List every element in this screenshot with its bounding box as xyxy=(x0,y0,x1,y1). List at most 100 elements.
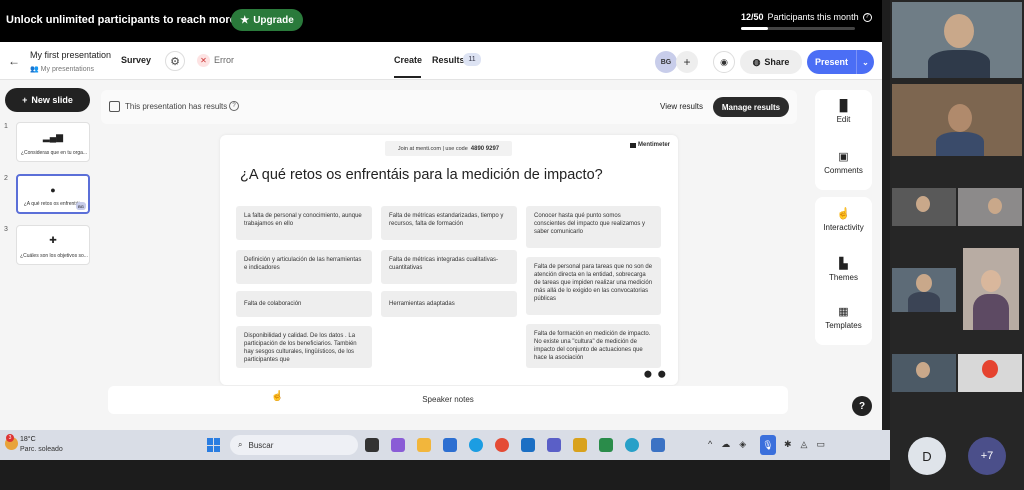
search-label: Buscar xyxy=(248,440,274,450)
chevron-up-icon[interactable]: ^ xyxy=(708,439,712,450)
interactivity-tool[interactable]: ☝ Interactivity xyxy=(815,207,872,232)
more-participants-button[interactable]: +7 xyxy=(968,437,1006,475)
paint-icon: ▙ xyxy=(839,258,848,270)
themes-label: Themes xyxy=(829,273,858,282)
microphone-icon[interactable]: 🎙 xyxy=(760,435,776,455)
participant-video-tile[interactable] xyxy=(892,84,1022,156)
excel-icon[interactable] xyxy=(599,438,613,452)
slide-thumbnail-3[interactable]: ✚ ¿Cuáles son los objetivos so... xyxy=(16,225,90,265)
comments-tool[interactable]: ▣ Comments xyxy=(815,150,872,175)
taskbar-search[interactable]: ⌕ Buscar xyxy=(230,435,358,455)
help-icon[interactable]: ? xyxy=(229,101,239,111)
gear-icon[interactable]: ⚙ xyxy=(165,51,185,71)
results-count-badge: 11 xyxy=(463,53,481,66)
share-button[interactable]: ◍ Share xyxy=(740,50,802,74)
info-icon[interactable]: ? xyxy=(862,12,872,22)
participant-video-tile[interactable] xyxy=(892,2,1022,78)
new-slide-button[interactable]: + New slide xyxy=(5,88,90,112)
mentimeter-logo: Mentimeter xyxy=(629,142,670,148)
teams-icon[interactable] xyxy=(547,438,561,452)
response-card: Falta de formación en medición de impact… xyxy=(526,324,661,368)
chevron-down-icon[interactable]: ⌄ xyxy=(856,50,874,74)
app-icon[interactable] xyxy=(625,438,639,452)
pin-icon[interactable]: ⬤ xyxy=(644,370,652,378)
help-button[interactable]: ? xyxy=(852,396,872,416)
survey-label[interactable]: Survey xyxy=(121,55,151,65)
response-card: Conocer hasta qué punto somos consciente… xyxy=(526,206,661,248)
system-tray-right: ✱ ◬ ▭ xyxy=(784,439,825,450)
view-results-link[interactable]: View results xyxy=(660,102,703,111)
presentation-title[interactable]: My first presentation xyxy=(30,50,111,60)
add-collaborator-button[interactable]: + xyxy=(676,51,698,73)
results-icon xyxy=(109,101,120,112)
edit-tool[interactable]: ▐▌ Edit xyxy=(815,100,872,124)
slide-thumbnail-label: ¿Consideras que en tu orga... xyxy=(20,150,88,156)
windows-taskbar: 3 18°C Parc. soleado ⌕ Buscar ^ ☁ ◈ 🎙 ✱ … xyxy=(0,430,890,460)
template-icon: ▦ xyxy=(838,306,849,318)
outlook-icon[interactable] xyxy=(521,438,535,452)
store-icon[interactable] xyxy=(443,438,457,452)
response-card: La falta de personal y conocimiento, aun… xyxy=(236,206,372,240)
avatar[interactable]: BG xyxy=(655,51,677,73)
right-panel-top: ▐▌ Edit ▣ Comments xyxy=(815,90,872,190)
self-avatar[interactable]: D xyxy=(908,437,946,475)
chrome-icon[interactable] xyxy=(495,438,509,452)
tab-create[interactable]: Create xyxy=(394,55,422,65)
mentimeter-mark-icon xyxy=(629,142,636,148)
response-card: Falta de métricas estandarizadas, tiempo… xyxy=(381,206,517,240)
slide-thumbnail-label: ¿Cuáles son los objetivos so... xyxy=(20,253,88,259)
bar-chart-icon: ▂▄▆ xyxy=(42,132,64,142)
participant-video-tile[interactable] xyxy=(892,268,956,312)
network-icon[interactable]: ◬ xyxy=(801,439,808,450)
editor-header: ← My first presentation 👥 My presentatio… xyxy=(0,42,882,80)
task-view-icon[interactable] xyxy=(365,438,379,452)
folder-icon[interactable] xyxy=(573,438,587,452)
app-icon[interactable] xyxy=(651,438,665,452)
tab-results[interactable]: Results xyxy=(432,55,465,65)
participant-video-tile[interactable] xyxy=(892,354,956,392)
slide-number: 2 xyxy=(4,175,8,182)
slide-thumbnail-1[interactable]: ▂▄▆ ¿Consideras que en tu orga... xyxy=(16,122,90,162)
slide-thumbnail-2[interactable]: ● ¿A qué retos os enfrentáis... BG xyxy=(16,174,90,214)
monitor-icon[interactable]: ▭ xyxy=(816,439,825,450)
app-tray-icon[interactable]: ◈ xyxy=(739,439,746,450)
breadcrumb[interactable]: 👥 My presentations xyxy=(30,65,94,73)
results-notice-bar: This presentation has results ? View res… xyxy=(101,90,797,124)
slide-question: ¿A qué retos os enfrentáis para la medic… xyxy=(240,167,603,183)
file-explorer-icon[interactable] xyxy=(417,438,431,452)
slide-canvas[interactable]: Join at menti.com | use code 4890 9297 M… xyxy=(220,135,678,385)
templates-label: Templates xyxy=(825,321,862,330)
themes-tool[interactable]: ▙ Themes xyxy=(815,257,872,282)
response-card: Falta de métricas integradas cualitativa… xyxy=(381,250,517,284)
notification-badge: 3 xyxy=(6,434,14,442)
results-notice-text: This presentation has results xyxy=(125,102,228,111)
upgrade-button[interactable]: ★ Upgrade xyxy=(231,9,303,31)
participant-video-tile[interactable] xyxy=(958,354,1022,392)
participant-video-tile[interactable] xyxy=(892,188,956,226)
edit-label: Edit xyxy=(836,115,851,124)
templates-tool[interactable]: ▦ Templates xyxy=(815,305,872,330)
eye-icon[interactable]: ◉ xyxy=(713,51,735,73)
active-tab-indicator xyxy=(394,76,421,78)
mentimeter-window: Unlock unlimited participants to reach m… xyxy=(0,0,882,430)
edit-icon: ▐▌ xyxy=(835,100,852,112)
edge-icon[interactable] xyxy=(469,438,483,452)
bluetooth-icon[interactable]: ✱ xyxy=(784,439,792,450)
participant-video-tile[interactable] xyxy=(963,248,1019,330)
windows-start-icon[interactable] xyxy=(207,438,221,452)
speaker-notes-panel[interactable]: Speaker notes xyxy=(108,386,788,414)
participant-video-tile[interactable] xyxy=(958,188,1022,226)
pin-icon[interactable]: ⬤ xyxy=(658,370,666,378)
response-card: Falta de colaboración xyxy=(236,291,372,317)
manage-results-button[interactable]: Manage results xyxy=(713,97,789,117)
interactivity-label: Interactivity xyxy=(823,223,864,232)
slide-tools: ⬤ ⬤ xyxy=(644,370,666,378)
copilot-icon[interactable] xyxy=(391,438,405,452)
present-button[interactable]: Present ⌄ xyxy=(807,50,874,74)
error-label: Error xyxy=(214,55,234,65)
upgrade-label: Upgrade xyxy=(253,14,294,26)
arrow-left-icon[interactable]: ← xyxy=(8,54,20,68)
avatar: BG xyxy=(76,202,86,210)
participants-progress-bar xyxy=(741,27,855,30)
cloud-icon[interactable]: ☁ xyxy=(721,439,730,450)
